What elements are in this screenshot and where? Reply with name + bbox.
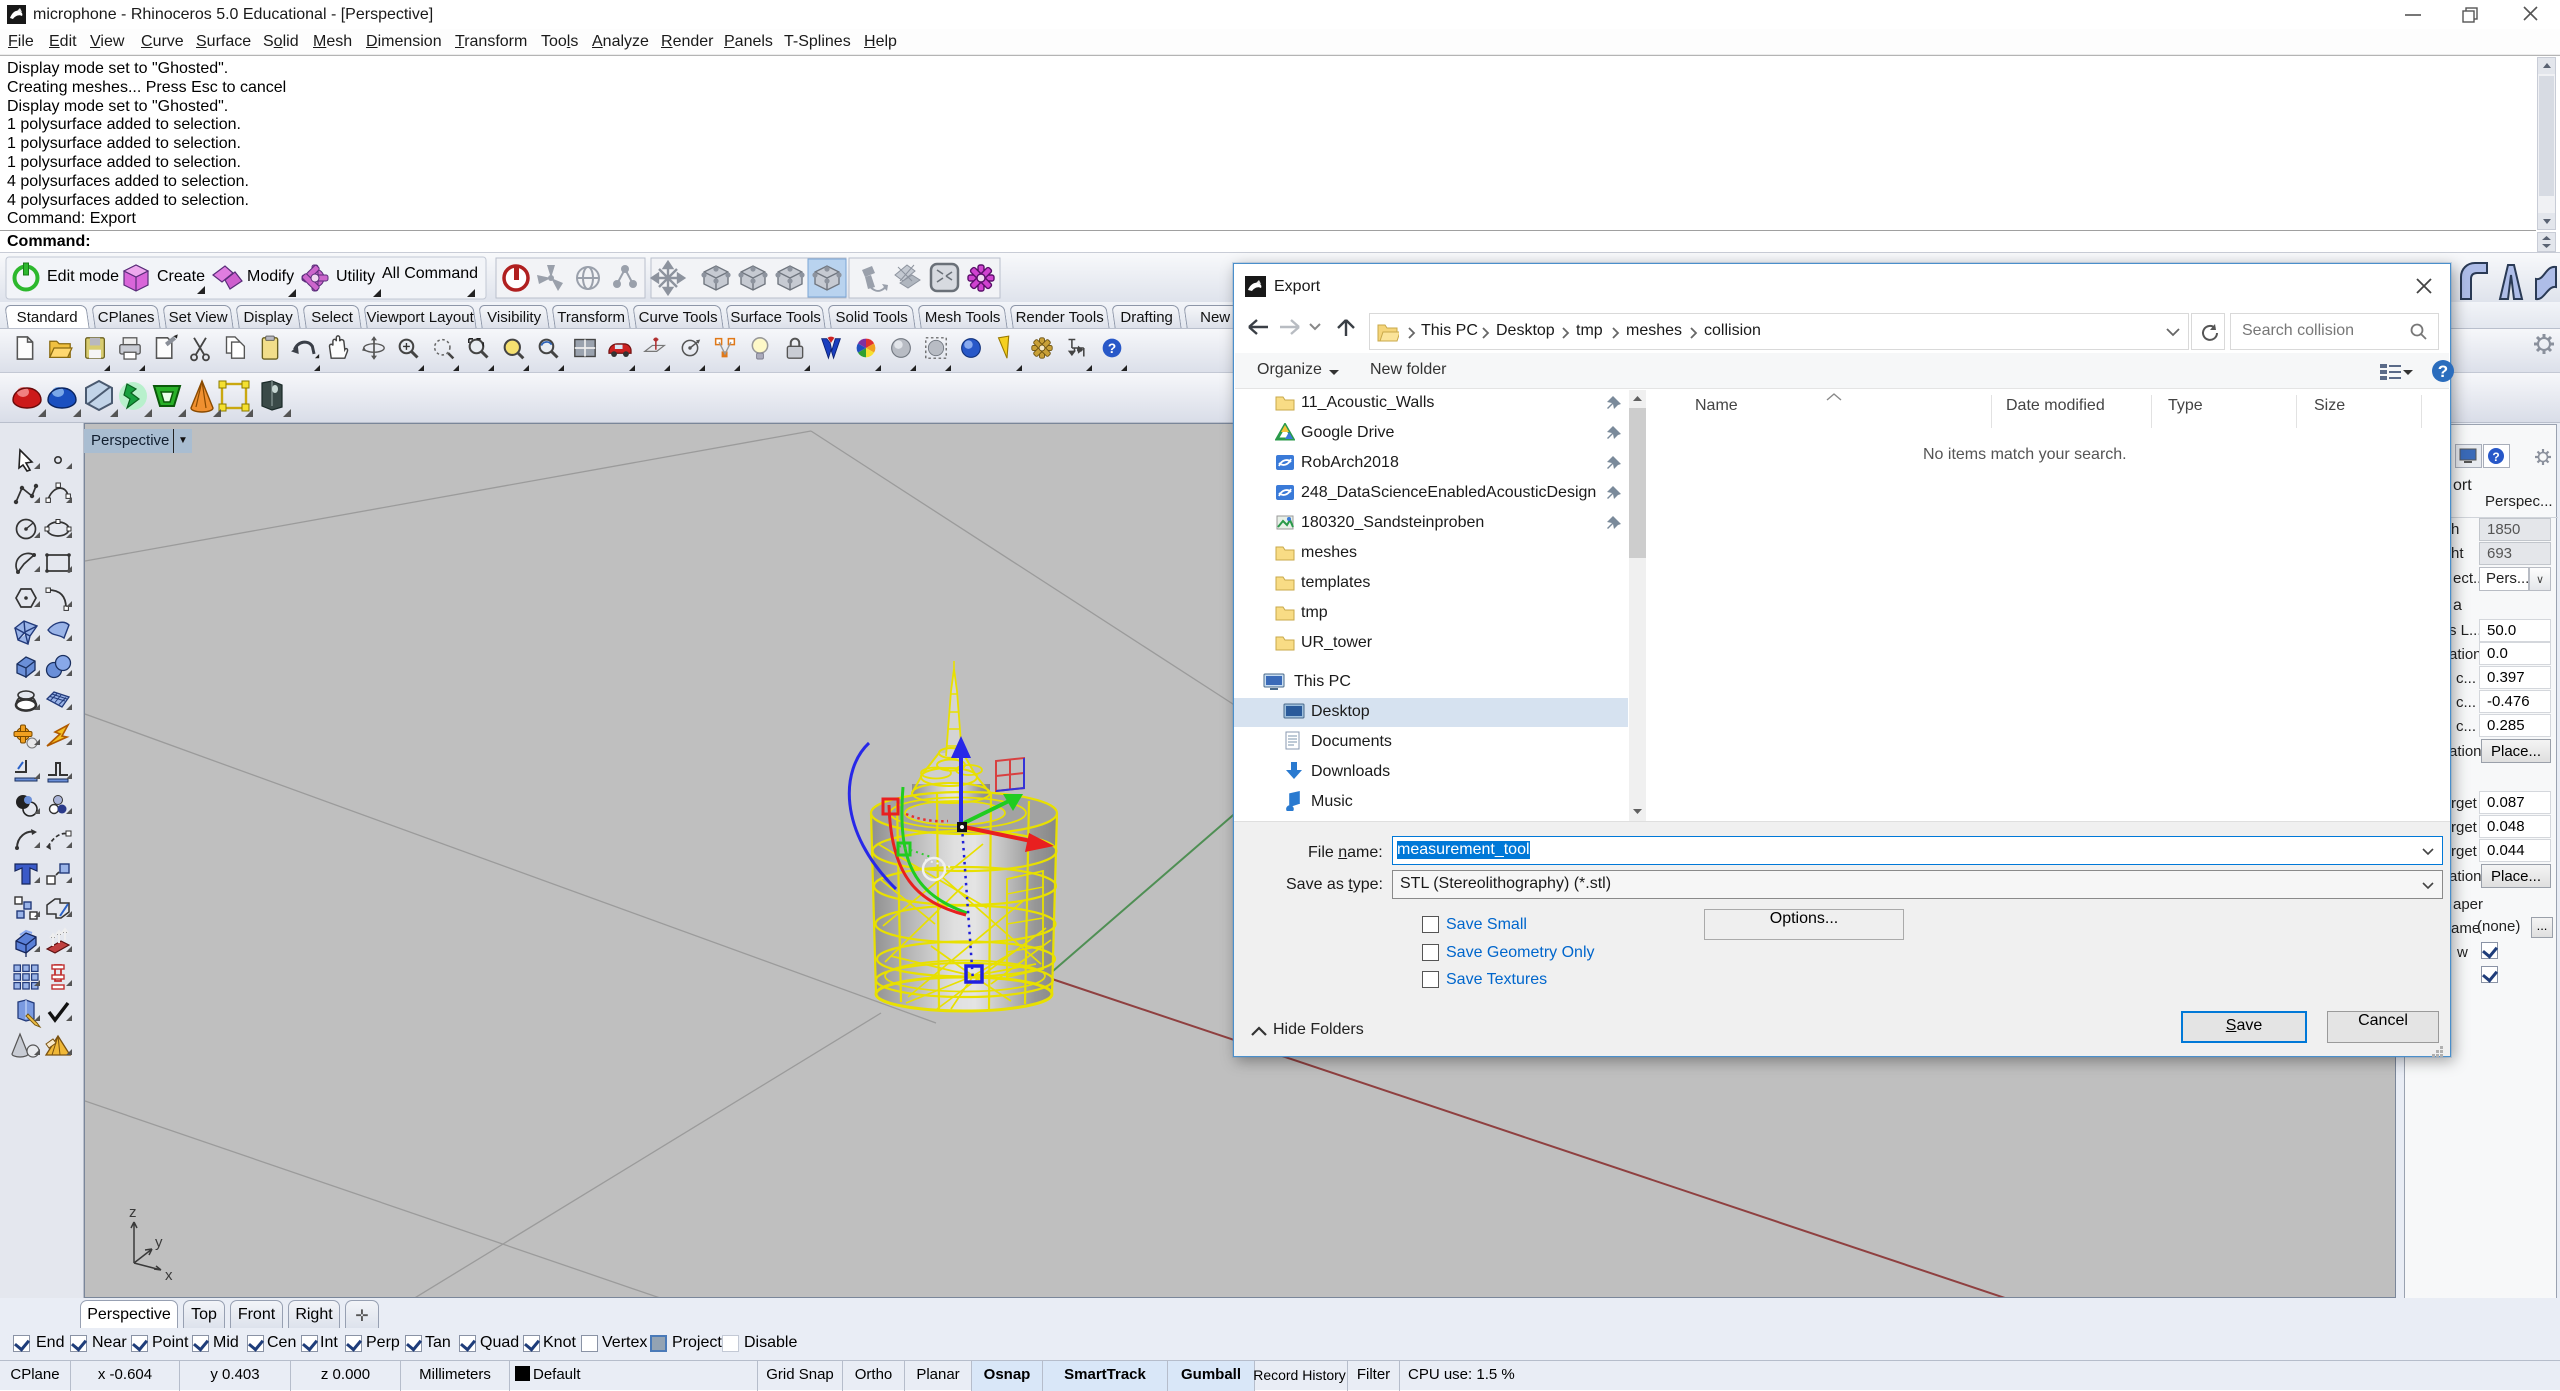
svg-text:?: ? [2438,362,2448,381]
svg-text:y: y [155,1234,163,1251]
svg-text:z: z [129,1204,137,1221]
svg-text:x: x [165,1267,173,1284]
svg-text:?: ? [2492,450,2499,464]
svg-text:?: ? [1108,341,1116,356]
